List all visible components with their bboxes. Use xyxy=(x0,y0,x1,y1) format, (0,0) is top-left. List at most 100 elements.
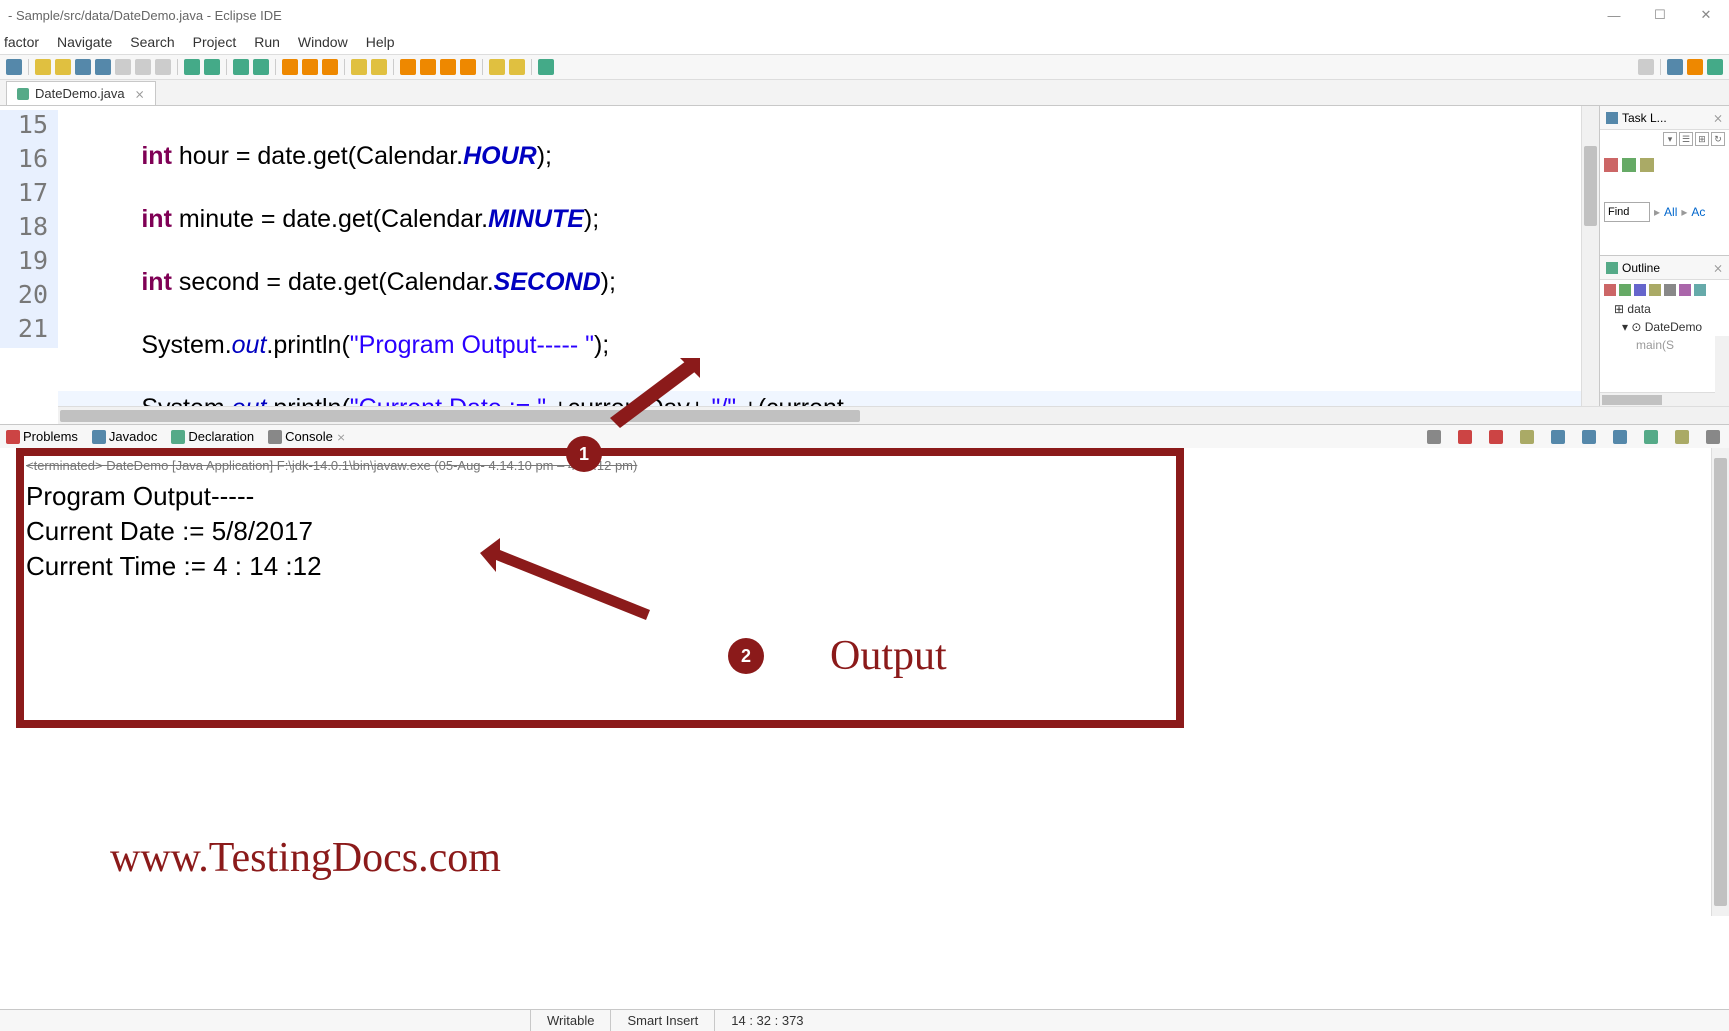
back-icon[interactable] xyxy=(489,59,505,75)
line-number: 18 xyxy=(0,212,58,246)
outline-vscroll[interactable] xyxy=(1715,336,1729,406)
toolbar-icon[interactable] xyxy=(351,59,367,75)
scrollbar-thumb[interactable] xyxy=(1602,395,1662,405)
scrollbar-thumb[interactable] xyxy=(1584,146,1597,226)
outline-btn[interactable] xyxy=(1604,284,1616,296)
run-icon[interactable] xyxy=(204,59,220,75)
toolbar-icon[interactable] xyxy=(400,59,416,75)
arrow-1 xyxy=(500,358,700,458)
tab-javadoc[interactable]: Javadoc xyxy=(92,429,157,445)
outline-item[interactable]: main(S xyxy=(1600,336,1729,354)
outline-hscroll[interactable] xyxy=(1600,392,1715,406)
toolbar-icon[interactable] xyxy=(75,59,91,75)
watermark-text: www.TestingDocs.com xyxy=(110,834,501,882)
menu-help[interactable]: Help xyxy=(366,34,395,50)
task-list-header: Task L... ⨯ xyxy=(1600,106,1729,130)
toolbar-icon[interactable] xyxy=(55,59,71,75)
window-title: - Sample/src/data/DateDemo.java - Eclips… xyxy=(8,8,282,23)
minimize-button[interactable]: — xyxy=(1591,0,1637,30)
outline-btn[interactable] xyxy=(1664,284,1676,296)
menu-navigate[interactable]: Navigate xyxy=(57,34,112,50)
task-list-icon xyxy=(1606,112,1618,124)
panel-icon[interactable] xyxy=(1640,158,1654,172)
toolbar-icon[interactable] xyxy=(155,59,171,75)
toolbar-icon[interactable] xyxy=(302,59,318,75)
debug-icon[interactable] xyxy=(184,59,200,75)
line-number: 19 xyxy=(0,246,58,280)
search-icon[interactable] xyxy=(1638,59,1654,75)
panel-btn[interactable]: ⊞ xyxy=(1695,132,1709,146)
toolbar-icon[interactable] xyxy=(420,59,436,75)
close-icon[interactable]: ⨯ xyxy=(1713,111,1723,125)
panel-icon[interactable] xyxy=(1604,158,1618,172)
console-btn[interactable] xyxy=(1520,430,1534,444)
toolbar-icon[interactable] xyxy=(233,59,249,75)
toolbar-icon[interactable] xyxy=(538,59,554,75)
main-area: 15 16 17 18 19 20 21 int hour = date.get… xyxy=(0,106,1729,406)
outline-item[interactable]: ▾ ⊙ DateDemo xyxy=(1600,318,1729,336)
console-remove-icon[interactable] xyxy=(1489,430,1503,444)
toolbar-icon[interactable] xyxy=(253,59,269,75)
toolbar-icon[interactable] xyxy=(6,59,22,75)
toolbar-icon[interactable] xyxy=(322,59,338,75)
menu-project[interactable]: Project xyxy=(193,34,237,50)
console-btn[interactable] xyxy=(1582,430,1596,444)
status-bar: Writable Smart Insert 14 : 32 : 373 xyxy=(0,1009,1729,1031)
toolbar-icon[interactable] xyxy=(460,59,476,75)
toolbar-icon[interactable] xyxy=(95,59,111,75)
console-btn[interactable] xyxy=(1675,430,1689,444)
find-all-link[interactable]: All xyxy=(1664,205,1677,219)
console-btn[interactable] xyxy=(1613,430,1627,444)
maximize-button[interactable]: ☐ xyxy=(1637,0,1683,30)
tab-problems[interactable]: Problems xyxy=(6,429,78,445)
tab-console[interactable]: Console ⨯ xyxy=(268,429,346,445)
toolbar-icon[interactable] xyxy=(371,59,387,75)
separator xyxy=(275,59,276,75)
perspective-java-icon[interactable] xyxy=(1687,59,1703,75)
console-vertical-scrollbar[interactable] xyxy=(1711,448,1729,916)
perspective-debug-icon[interactable] xyxy=(1707,59,1723,75)
toolbar-icon[interactable] xyxy=(135,59,151,75)
outline-btn[interactable] xyxy=(1694,284,1706,296)
console-btn[interactable] xyxy=(1551,430,1565,444)
outline-btn[interactable] xyxy=(1679,284,1691,296)
console-btn[interactable] xyxy=(1644,430,1658,444)
tab-declaration[interactable]: Declaration xyxy=(171,429,254,445)
menu-run[interactable]: Run xyxy=(254,34,280,50)
panel-btn[interactable]: ↻ xyxy=(1711,132,1725,146)
find-ac-link[interactable]: Ac xyxy=(1691,205,1705,219)
toolbar-icon[interactable] xyxy=(115,59,131,75)
close-icon[interactable]: ⨯ xyxy=(1713,261,1723,275)
status-writable: Writable xyxy=(530,1010,610,1031)
status-cursor-position: 14 : 32 : 373 xyxy=(714,1010,819,1031)
code-editor[interactable]: 15 16 17 18 19 20 21 int hour = date.get… xyxy=(0,106,1599,406)
console-terminate-icon[interactable] xyxy=(1458,430,1472,444)
console-btn[interactable] xyxy=(1706,430,1720,444)
outline-item[interactable]: ⊞ data xyxy=(1600,300,1729,318)
code-area[interactable]: int hour = date.get(Calendar.HOUR); int … xyxy=(58,106,1581,406)
toolbar-icon[interactable] xyxy=(282,59,298,75)
forward-icon[interactable] xyxy=(509,59,525,75)
panel-btn[interactable]: ▾ xyxy=(1663,132,1677,146)
editor-vertical-scrollbar[interactable] xyxy=(1581,106,1599,406)
console-btn[interactable] xyxy=(1427,430,1441,444)
outline-btn[interactable] xyxy=(1634,284,1646,296)
menu-refactor[interactable]: factor xyxy=(4,34,39,50)
outline-btn[interactable] xyxy=(1619,284,1631,296)
find-input[interactable] xyxy=(1604,202,1650,222)
panel-btn[interactable]: ☰ xyxy=(1679,132,1693,146)
toolbar-icon[interactable] xyxy=(35,59,51,75)
menu-search[interactable]: Search xyxy=(130,34,174,50)
editor-horizontal-scrollbar[interactable] xyxy=(58,406,1729,424)
tab-close-icon[interactable]: ⨯ xyxy=(135,87,145,101)
scrollbar-thumb[interactable] xyxy=(1714,458,1727,906)
toolbar-icon[interactable] xyxy=(440,59,456,75)
panel-icon[interactable] xyxy=(1622,158,1636,172)
scrollbar-thumb[interactable] xyxy=(60,410,860,422)
perspective-icon[interactable] xyxy=(1667,59,1683,75)
outline-tree[interactable]: ⊞ data ▾ ⊙ DateDemo main(S xyxy=(1600,300,1729,354)
outline-btn[interactable] xyxy=(1649,284,1661,296)
editor-tab[interactable]: DateDemo.java ⨯ xyxy=(6,81,156,105)
menu-window[interactable]: Window xyxy=(298,34,348,50)
close-button[interactable]: ✕ xyxy=(1683,0,1729,30)
